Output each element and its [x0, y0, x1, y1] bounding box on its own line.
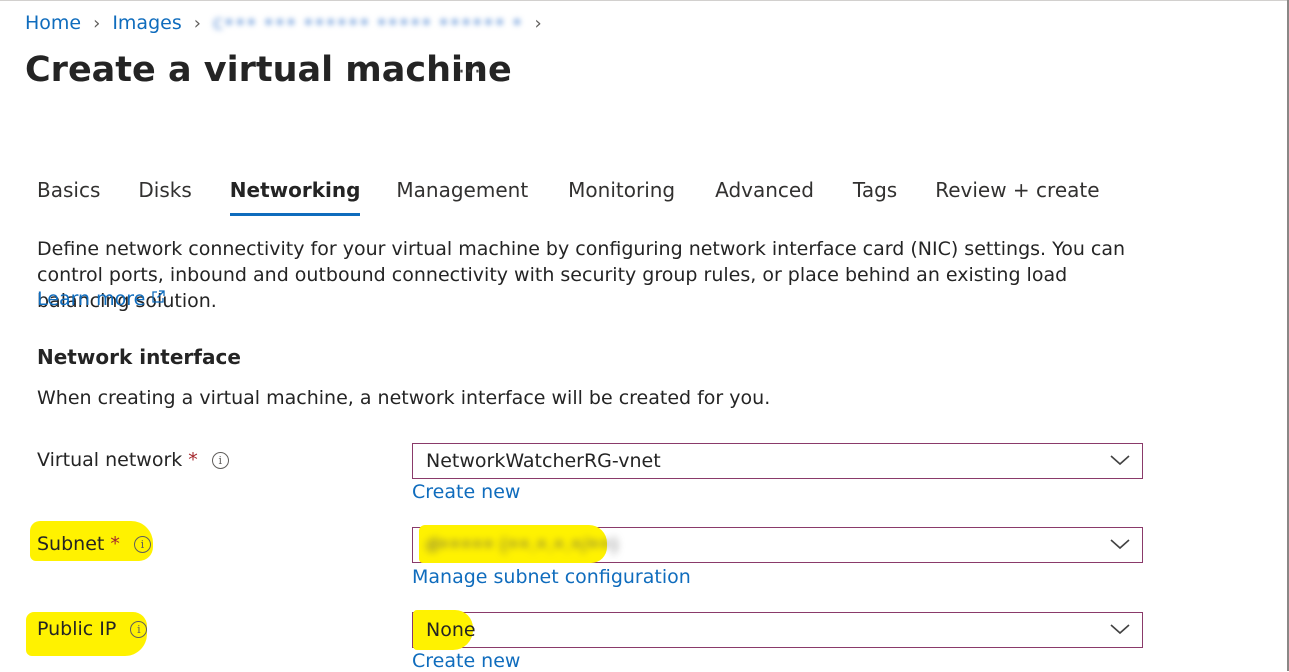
tab-bar: Basics Disks Networking Management Monit…: [37, 178, 1100, 216]
info-icon[interactable]: i: [133, 535, 151, 553]
public-ip-value: None: [426, 619, 476, 641]
tab-disks[interactable]: Disks: [138, 178, 191, 216]
create-new-vnet-link[interactable]: Create new: [412, 481, 520, 503]
learn-more-label: Learn more: [37, 288, 146, 310]
subnet-dropdown[interactable]: d••••• (••.•.•.•/••): [412, 525, 1143, 563]
public-ip-label: Public IP i: [37, 618, 148, 640]
public-ip-label-text: Public IP: [37, 618, 117, 640]
info-icon[interactable]: i: [211, 451, 229, 469]
subnet-label-text: Subnet: [37, 533, 105, 555]
subnet-value-redacted: d••••• (••.•.•.•/••): [426, 534, 618, 556]
virtual-network-label: Virtual network * i: [37, 449, 229, 471]
tab-tags[interactable]: Tags: [853, 178, 897, 216]
window-top-border: [0, 0, 1289, 1]
more-options-button[interactable]: ···: [458, 60, 482, 85]
chevron-down-icon: [1110, 455, 1130, 466]
chevron-right-icon: ›: [193, 12, 201, 34]
networking-description: Define network connectivity for your vir…: [37, 238, 1126, 312]
tab-monitoring[interactable]: Monitoring: [568, 178, 675, 216]
breadcrumb: Home › Images › c••• ••• •••••• ••••• ••…: [25, 9, 554, 37]
required-asterisk: *: [110, 533, 120, 555]
virtual-network-dropdown[interactable]: NetworkWatcherRG-vnet: [412, 443, 1143, 479]
network-interface-heading: Network interface: [37, 345, 241, 369]
create-new-public-ip-link[interactable]: Create new: [412, 650, 520, 672]
tab-advanced[interactable]: Advanced: [715, 178, 814, 216]
chevron-down-icon: [1110, 624, 1130, 635]
external-link-icon: [152, 290, 166, 303]
breadcrumb-home[interactable]: Home: [25, 12, 81, 34]
learn-more-link[interactable]: Learn more: [37, 288, 166, 310]
chevron-right-icon: ›: [534, 12, 542, 34]
required-asterisk: *: [188, 449, 198, 471]
tab-management[interactable]: Management: [396, 178, 528, 216]
tab-review-create[interactable]: Review + create: [935, 178, 1099, 216]
chevron-down-icon: [1110, 539, 1130, 550]
subnet-label: Subnet * i: [37, 533, 151, 555]
tab-basics[interactable]: Basics: [37, 178, 100, 216]
virtual-network-value: NetworkWatcherRG-vnet: [426, 450, 661, 472]
manage-subnet-link[interactable]: Manage subnet configuration: [412, 566, 691, 588]
virtual-network-label-text: Virtual network: [37, 449, 183, 471]
public-ip-dropdown[interactable]: None: [412, 610, 1143, 650]
chevron-right-icon: ›: [93, 12, 101, 34]
breadcrumb-images[interactable]: Images: [112, 12, 181, 34]
page-title: Create a virtual machine: [25, 50, 512, 90]
tab-networking[interactable]: Networking: [229, 178, 360, 216]
breadcrumb-image-redacted[interactable]: c••• ••• •••••• ••••• •••••• •: [213, 12, 523, 34]
network-interface-description: When creating a virtual machine, a netwo…: [37, 387, 771, 409]
info-icon[interactable]: i: [130, 620, 148, 638]
